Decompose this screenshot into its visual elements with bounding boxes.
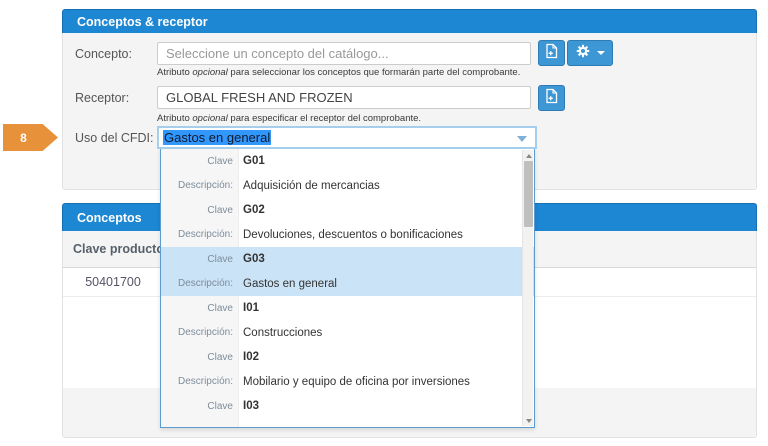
helper-italic: opcional bbox=[192, 67, 228, 78]
descripcion-label: Descripción: bbox=[177, 180, 233, 192]
clave-producto-cell: 50401700 bbox=[85, 275, 141, 289]
descripcion-value: Adquisición de mercancias bbox=[243, 179, 380, 192]
gear-icon bbox=[575, 43, 591, 64]
descripcion-label: Descripción: bbox=[177, 376, 233, 388]
descripcion-label: Descripción: bbox=[177, 229, 233, 241]
helper-suffix: para seleccionar los conceptos que forma… bbox=[227, 67, 521, 78]
scroll-down-icon[interactable] bbox=[523, 415, 534, 426]
descripcion-value: Gastos en general bbox=[243, 277, 337, 290]
concepto-placeholder: Seleccione un concepto del catálogo... bbox=[166, 46, 389, 61]
dropdown-item-i01[interactable]: Clave I01 Descripción: Construcciones bbox=[161, 296, 534, 345]
dropdown-item-i03[interactable]: Clave I03 bbox=[161, 394, 534, 427]
descripcion-label: Descripción: bbox=[177, 327, 233, 339]
receptor-helper-text: Atributo opcional para especificar el re… bbox=[157, 113, 421, 124]
clave-label: Clave bbox=[207, 302, 233, 314]
clave-label: Clave bbox=[207, 351, 233, 363]
receptor-value: GLOBAL FRESH AND FROZEN bbox=[166, 90, 353, 105]
clave-label: Clave bbox=[207, 204, 233, 216]
helper-prefix: Atributo bbox=[157, 67, 193, 78]
uso-cfdi-combobox[interactable]: Gastos en general bbox=[157, 126, 537, 149]
clave-value: G02 bbox=[243, 204, 265, 217]
descripcion-value: Construcciones bbox=[243, 326, 323, 339]
uso-cfdi-selected-text: Gastos en general bbox=[163, 130, 272, 145]
clave-value: G01 bbox=[243, 155, 265, 168]
helper-italic: opcional bbox=[192, 113, 228, 124]
receptor-input[interactable]: GLOBAL FRESH AND FROZEN bbox=[157, 86, 531, 109]
clave-value: I02 bbox=[243, 351, 259, 364]
clave-label: Clave bbox=[207, 400, 233, 412]
document-plus-icon bbox=[544, 43, 559, 64]
descripcion-value: Devoluciones, descuentos o bonificacione… bbox=[243, 228, 463, 241]
section-title: Conceptos & receptor bbox=[77, 14, 208, 29]
select-receptor-button[interactable] bbox=[538, 85, 565, 111]
section-title: Conceptos bbox=[77, 210, 142, 225]
clave-label: Clave bbox=[207, 253, 233, 265]
section-header-conceptos-receptor: Conceptos & receptor bbox=[62, 9, 757, 33]
chevron-down-icon bbox=[597, 51, 605, 55]
dropdown-item-g01[interactable]: Clave G01 Descripción: Adquisición de me… bbox=[161, 149, 534, 198]
uso-cfdi-dropdown-list: Clave G01 Descripción: Adquisición de me… bbox=[160, 148, 535, 428]
dropdown-item-g03-selected[interactable]: Clave G03 Descripción: Gastos en general bbox=[161, 247, 534, 296]
scrollbar-thumb[interactable] bbox=[524, 161, 533, 227]
step-number: 8 bbox=[20, 130, 27, 145]
dropdown-item-g02[interactable]: Clave G02 Descripción: Devoluciones, des… bbox=[161, 198, 534, 247]
concepto-options-button[interactable] bbox=[567, 40, 613, 66]
clave-value: I01 bbox=[243, 302, 259, 315]
document-plus-icon bbox=[544, 88, 559, 109]
concepto-input[interactable]: Seleccione un concepto del catálogo... bbox=[157, 42, 531, 65]
combobox-caret-icon[interactable] bbox=[517, 136, 527, 142]
dropdown-scrollbar[interactable] bbox=[522, 150, 533, 426]
clave-label: Clave bbox=[207, 155, 233, 167]
dropdown-item-i02[interactable]: Clave I02 Descripción: Mobilario y equip… bbox=[161, 345, 534, 394]
concepto-label: Concepto: bbox=[75, 47, 132, 61]
descripcion-label: Descripción: bbox=[177, 278, 233, 290]
uso-cfdi-label: Uso del CFDI: bbox=[75, 131, 154, 145]
clave-value: I03 bbox=[243, 400, 259, 413]
add-concepto-button[interactable] bbox=[538, 40, 565, 66]
concepto-helper-text: Atributo opcional para seleccionar los c… bbox=[157, 67, 520, 78]
step-badge: 8 bbox=[3, 124, 58, 151]
receptor-label: Receptor: bbox=[75, 91, 130, 105]
descripcion-value: Mobilario y equipo de oficina por invers… bbox=[243, 375, 470, 388]
helper-prefix: Atributo bbox=[157, 113, 193, 124]
scroll-up-icon[interactable] bbox=[523, 150, 534, 161]
cfdi-form-screen: Conceptos & receptor Concepto: Seleccion… bbox=[0, 0, 768, 446]
clave-value: G03 bbox=[243, 253, 265, 266]
helper-suffix: para especificar el receptor del comprob… bbox=[227, 113, 422, 124]
